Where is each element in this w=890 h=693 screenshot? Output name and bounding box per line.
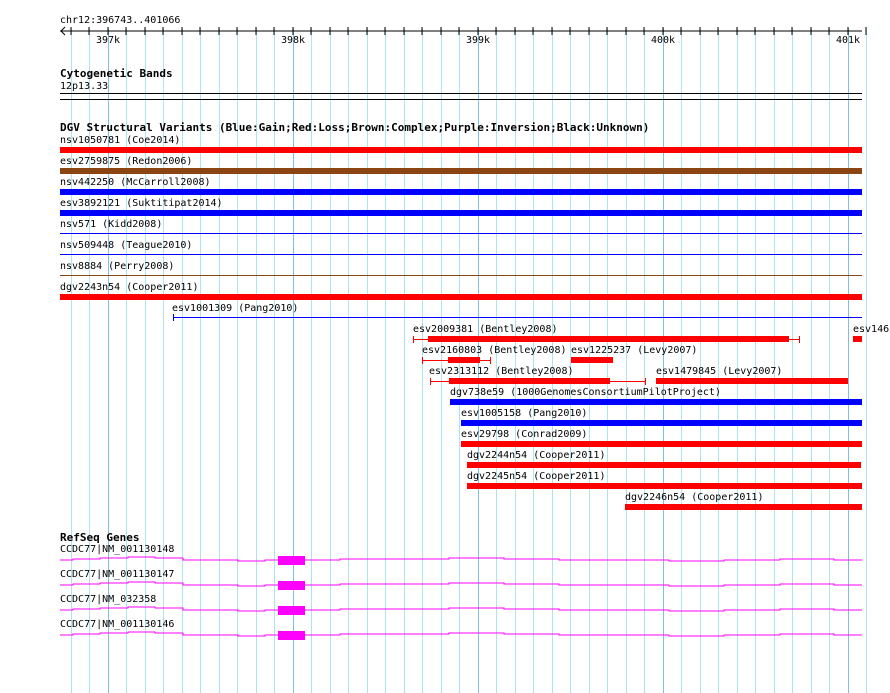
- variant-bar[interactable]: [656, 378, 848, 384]
- variant-label[interactable]: esv2009381 (Bentley2008): [413, 324, 558, 335]
- variant-bar[interactable]: [60, 275, 862, 276]
- variant-bar[interactable]: [853, 336, 862, 342]
- ruler-tick-label: 397k: [96, 35, 121, 46]
- cytoband-line: [60, 99, 862, 100]
- variant-label[interactable]: esv2160803 (Bentley2008): [422, 345, 567, 356]
- cytoband-label[interactable]: 12p13.33: [60, 81, 108, 92]
- variant-bar[interactable]: [467, 483, 862, 489]
- variant-label[interactable]: dgv2244n54 (Cooper2011): [467, 450, 605, 461]
- gene-exon[interactable]: [278, 631, 305, 640]
- variant-whisker-cap: [430, 378, 431, 385]
- grid-line: [774, 28, 775, 693]
- variant-bar[interactable]: [625, 504, 862, 510]
- variant-label[interactable]: dgv738e59 (1000GenomesConsortiumPilotPro…: [450, 387, 721, 398]
- grid-line: [811, 28, 812, 693]
- variant-bar[interactable]: [173, 317, 862, 318]
- ruler-tick-label: 399k: [466, 35, 491, 46]
- variant-cap: [173, 314, 174, 321]
- cytoband-title: Cytogenetic Bands: [60, 67, 173, 80]
- grid-line: [700, 28, 701, 693]
- gene-exon[interactable]: [278, 556, 305, 565]
- ruler-tick-label: 398k: [281, 35, 306, 46]
- refseq-title: RefSeq Genes: [60, 531, 140, 544]
- variant-label[interactable]: esv1225237 (Levy2007): [571, 345, 697, 356]
- variant-label[interactable]: esv29798 (Conrad2009): [461, 429, 587, 440]
- variant-label[interactable]: dgv2246n54 (Cooper2011): [625, 492, 763, 503]
- gene-label[interactable]: CCDC77|NM_001130148: [60, 544, 174, 555]
- grid-line: [755, 28, 756, 693]
- gene-exon[interactable]: [278, 606, 305, 615]
- variant-label[interactable]: esv2313112 (Bentley2008): [429, 366, 574, 377]
- variant-bar[interactable]: [60, 189, 862, 195]
- gene-exon[interactable]: [278, 581, 305, 590]
- variant-whisker-cap: [422, 357, 423, 364]
- grid-line: [866, 28, 867, 693]
- variant-bar[interactable]: [428, 336, 789, 342]
- dgv-title: DGV Structural Variants (Blue:Gain;Red:L…: [60, 121, 650, 134]
- ruler-tick-label: 400k: [651, 35, 676, 46]
- grid-line: [848, 28, 849, 693]
- variant-label[interactable]: esv2759875 (Redon2006): [60, 156, 192, 167]
- variant-label[interactable]: nsv1050781 (Coe2014): [60, 135, 180, 146]
- grid-line: [663, 28, 664, 693]
- variant-bar[interactable]: [467, 462, 861, 468]
- variant-bar[interactable]: [449, 378, 610, 384]
- variant-label[interactable]: esv1463: [853, 324, 890, 335]
- genome-browser: chr12:396743..401066 397k 398k 399k 400k 401…: [0, 0, 890, 693]
- variant-label[interactable]: nsv571 (Kidd2008): [60, 219, 162, 230]
- variant-bar[interactable]: [60, 294, 862, 300]
- variant-whisker-cap: [490, 357, 491, 364]
- variant-bar[interactable]: [60, 233, 862, 234]
- grid-line: [737, 28, 738, 693]
- variant-label[interactable]: esv1001309 (Pang2010): [172, 303, 298, 314]
- cytoband-line: [60, 93, 862, 94]
- grid-line: [792, 28, 793, 693]
- variant-label[interactable]: dgv2243n54 (Cooper2011): [60, 282, 198, 293]
- variant-bar[interactable]: [448, 357, 480, 363]
- ruler-axis[interactable]: [0, 0, 890, 60]
- variant-label[interactable]: esv1479845 (Levy2007): [656, 366, 782, 377]
- gene-label[interactable]: CCDC77|NM_032358: [60, 594, 156, 605]
- variant-whisker-cap: [799, 336, 800, 343]
- variant-whisker-cap: [413, 336, 414, 343]
- variant-bar[interactable]: [571, 357, 613, 363]
- variant-label[interactable]: nsv442250 (McCarroll2008): [60, 177, 211, 188]
- variant-label[interactable]: dgv2245n54 (Cooper2011): [467, 471, 605, 482]
- grid-line: [829, 28, 830, 693]
- ruler-tick-label: 401k: [836, 35, 861, 46]
- variant-bar[interactable]: [450, 399, 862, 405]
- variant-bar[interactable]: [461, 441, 862, 447]
- variant-bar[interactable]: [461, 420, 862, 426]
- variant-bar[interactable]: [60, 210, 862, 216]
- variant-bar[interactable]: [60, 147, 862, 153]
- variant-label[interactable]: nsv8884 (Perry2008): [60, 261, 174, 272]
- variant-whisker-cap: [645, 378, 646, 385]
- variant-label[interactable]: esv1005158 (Pang2010): [461, 408, 587, 419]
- variant-label[interactable]: esv3892121 (Suktitipat2014): [60, 198, 223, 209]
- variant-bar[interactable]: [60, 254, 862, 255]
- variant-label[interactable]: nsv509448 (Teague2010): [60, 240, 192, 251]
- gene-label[interactable]: CCDC77|NM_001130147: [60, 569, 174, 580]
- gene-label[interactable]: CCDC77|NM_001130146: [60, 619, 174, 630]
- variant-bar[interactable]: [60, 168, 862, 174]
- grid-line: [681, 28, 682, 693]
- grid-line: [718, 28, 719, 693]
